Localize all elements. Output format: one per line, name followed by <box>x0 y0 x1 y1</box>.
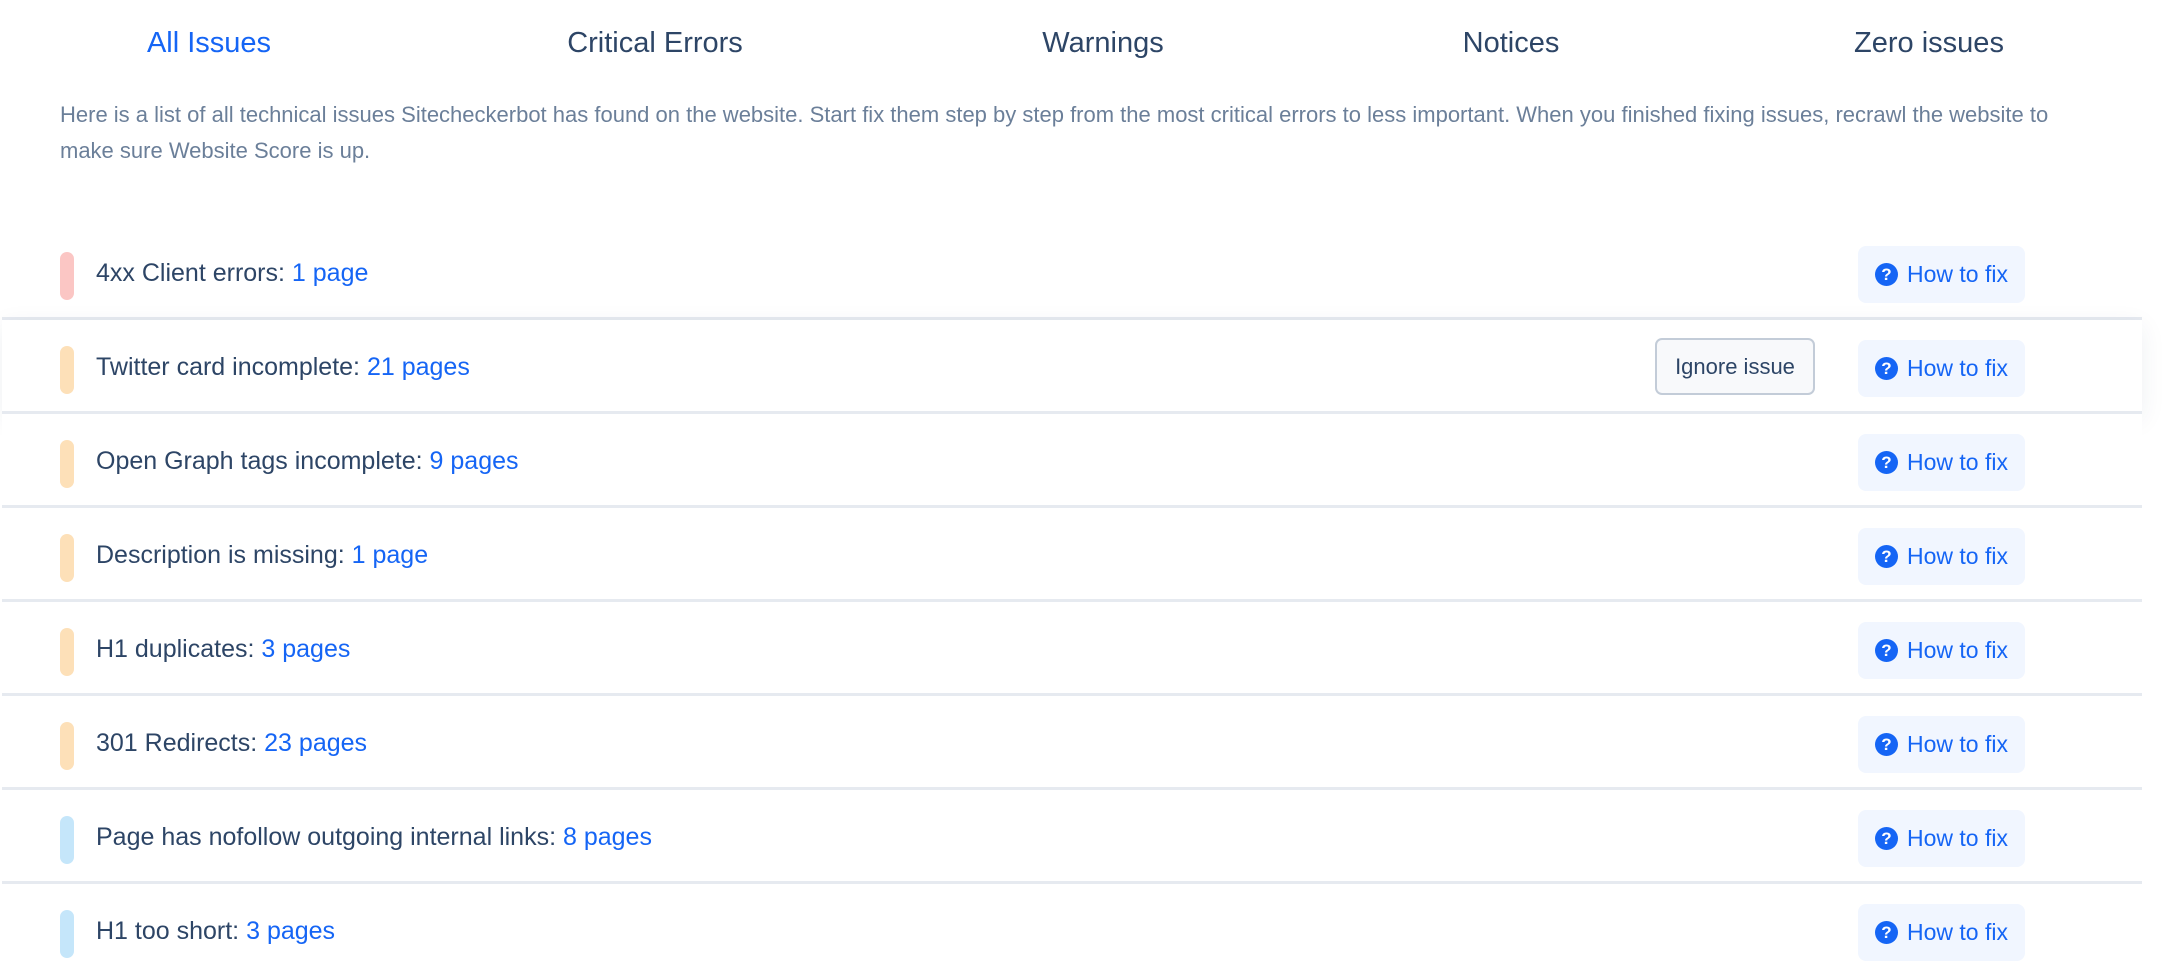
issue-row[interactable]: H1 too short: 3 pages ? How to fix <box>2 884 2142 974</box>
issue-page-count-link[interactable]: 1 page <box>352 541 428 569</box>
issues-description: Here is a list of all technical issues S… <box>60 102 2049 163</box>
issue-row[interactable]: Page has nofollow outgoing internal link… <box>2 790 2142 884</box>
how-to-fix-button[interactable]: ? How to fix <box>1858 246 2025 303</box>
issue-row[interactable]: 301 Redirects: 23 pages ? How to fix <box>2 696 2142 790</box>
tab-zero-issues[interactable]: Zero issues <box>1854 18 2004 68</box>
issue-row[interactable]: Twitter card incomplete: 21 pages ? How … <box>2 320 2142 414</box>
how-to-fix-label: How to fix <box>1907 543 2008 569</box>
issue-row[interactable]: Open Graph tags incomplete: 9 pages ? Ho… <box>2 414 2142 508</box>
question-circle-icon: ? <box>1875 639 1898 662</box>
issue-text: Twitter card incomplete: 21 pages <box>96 320 470 414</box>
question-circle-icon: ? <box>1875 263 1898 286</box>
issue-row[interactable]: Description is missing: 1 page ? How to … <box>2 508 2142 602</box>
how-to-fix-label: How to fix <box>1907 825 2008 851</box>
tab-notices[interactable]: Notices <box>1463 18 1560 68</box>
issues-list: 4xx Client errors: 1 page ? How to fix T… <box>2 226 2142 974</box>
severity-indicator-notice <box>60 816 74 864</box>
how-to-fix-label: How to fix <box>1907 449 2008 475</box>
question-circle-icon: ? <box>1875 357 1898 380</box>
how-to-fix-label: How to fix <box>1907 637 2008 663</box>
issue-title: 4xx Client errors: <box>96 259 285 287</box>
issue-title: Open Graph tags incomplete: <box>96 447 423 475</box>
issue-page-count-link[interactable]: 23 pages <box>264 729 367 757</box>
question-circle-icon: ? <box>1875 827 1898 850</box>
tab-all-issues[interactable]: All Issues <box>147 18 271 68</box>
issue-text: 301 Redirects: 23 pages <box>96 696 367 790</box>
severity-indicator-notice <box>60 910 74 958</box>
issue-tabs: All Issues Critical Errors Warnings Noti… <box>0 18 2172 68</box>
severity-indicator-warning <box>60 722 74 770</box>
how-to-fix-button[interactable]: ? How to fix <box>1858 622 2025 679</box>
severity-indicator-warning <box>60 440 74 488</box>
issue-text: H1 duplicates: 3 pages <box>96 602 350 696</box>
question-circle-icon: ? <box>1875 921 1898 944</box>
issue-text: Page has nofollow outgoing internal link… <box>96 790 652 884</box>
question-circle-icon: ? <box>1875 451 1898 474</box>
issue-page-count-link[interactable]: 3 pages <box>246 917 335 945</box>
severity-indicator-warning <box>60 534 74 582</box>
issue-page-count-link[interactable]: 3 pages <box>261 635 350 663</box>
issue-title: 301 Redirects: <box>96 729 258 757</box>
issue-page-count-link[interactable]: 21 pages <box>367 353 470 381</box>
how-to-fix-button[interactable]: ? How to fix <box>1858 434 2025 491</box>
how-to-fix-label: How to fix <box>1907 731 2008 757</box>
issue-title: H1 duplicates: <box>96 635 255 663</box>
issue-text: Open Graph tags incomplete: 9 pages <box>96 414 519 508</box>
issue-title: H1 too short: <box>96 917 240 945</box>
severity-indicator-warning <box>60 628 74 676</box>
issue-row[interactable]: 4xx Client errors: 1 page ? How to fix <box>2 226 2142 320</box>
how-to-fix-label: How to fix <box>1907 919 2008 945</box>
issue-title: Page has nofollow outgoing internal link… <box>96 823 557 851</box>
issue-text: H1 too short: 3 pages <box>96 884 335 974</box>
how-to-fix-button[interactable]: ? How to fix <box>1858 716 2025 773</box>
issue-page-count-link[interactable]: 8 pages <box>563 823 652 851</box>
how-to-fix-label: How to fix <box>1907 261 2008 287</box>
issue-title: Description is missing: <box>96 541 345 569</box>
issue-text: 4xx Client errors: 1 page <box>96 226 368 320</box>
how-to-fix-button[interactable]: ? How to fix <box>1858 904 2025 961</box>
how-to-fix-button[interactable]: ? How to fix <box>1858 528 2025 585</box>
how-to-fix-button[interactable]: ? How to fix <box>1858 810 2025 867</box>
issue-row[interactable]: H1 duplicates: 3 pages ? How to fix <box>2 602 2142 696</box>
issue-title: Twitter card incomplete: <box>96 353 360 381</box>
issue-page-count-link[interactable]: 9 pages <box>430 447 519 475</box>
tab-critical-errors[interactable]: Critical Errors <box>567 18 743 68</box>
how-to-fix-button[interactable]: ? How to fix <box>1858 340 2025 397</box>
tab-warnings[interactable]: Warnings <box>1042 18 1163 68</box>
question-circle-icon: ? <box>1875 733 1898 756</box>
issue-page-count-link[interactable]: 1 page <box>292 259 368 287</box>
how-to-fix-label: How to fix <box>1907 355 2008 381</box>
severity-indicator-warning <box>60 346 74 394</box>
ignore-issue-button[interactable]: Ignore issue <box>1655 338 1815 395</box>
severity-indicator-critical <box>60 252 74 300</box>
issue-text: Description is missing: 1 page <box>96 508 428 602</box>
question-circle-icon: ? <box>1875 545 1898 568</box>
